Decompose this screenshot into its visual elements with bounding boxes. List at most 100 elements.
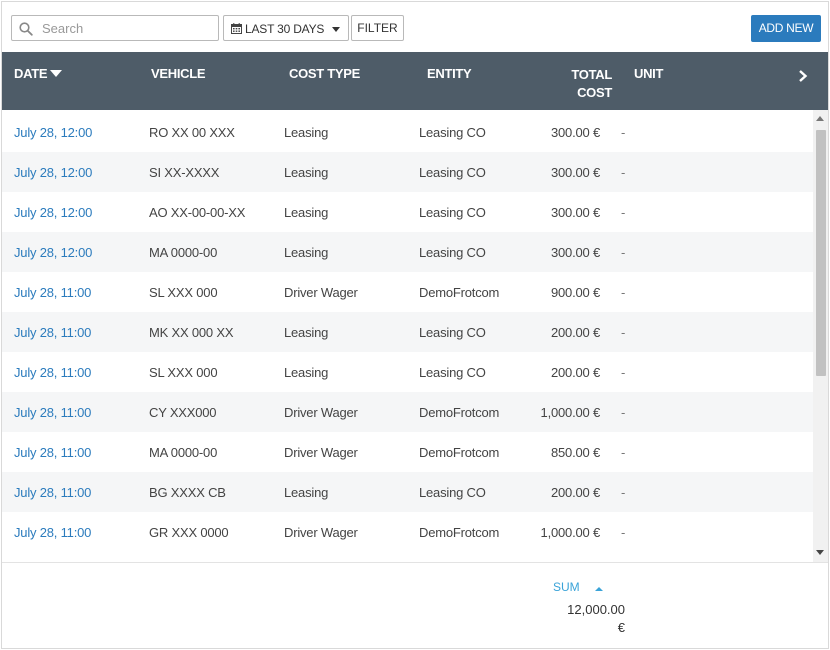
row-vehicle: SL XXX 000 — [149, 285, 218, 300]
row-vehicle: RO XX 00 XXX — [149, 125, 235, 140]
date-range-select[interactable]: LAST 30 DAYS — [223, 15, 349, 41]
table-row[interactable]: July 28, 11:00 MK XX 000 XX Leasing Leasing… — [2, 312, 813, 352]
column-header-entity[interactable]: ENTITY — [427, 66, 472, 81]
vertical-scrollbar[interactable] — [813, 110, 828, 562]
row-total-cost: 300.00 € — [550, 245, 600, 260]
row-entity: DemoFrotcom — [419, 445, 500, 460]
row-total-cost: 850.00 € — [550, 445, 600, 460]
costs-panel: LAST 30 DAYS FILTER ADD NEW DATE VEHICLE… — [1, 1, 829, 649]
row-date-link[interactable]: July 28, 11:00 — [14, 285, 91, 300]
scroll-down-arrow-icon[interactable] — [816, 550, 824, 555]
row-vehicle: SL XXX 000 — [149, 365, 218, 380]
table-row[interactable]: July 28, 11:00 BG XXXX CB Leasing Leasing C… — [2, 472, 813, 512]
row-cost-type: Leasing — [284, 325, 329, 340]
row-entity: DemoFrotcom — [419, 285, 500, 300]
row-entity: Leasing CO — [419, 165, 486, 180]
scroll-up-arrow-icon[interactable] — [816, 116, 824, 121]
row-total-cost: 300.00 € — [550, 165, 600, 180]
row-cost-type: Driver Wager — [284, 285, 358, 300]
row-date-link[interactable]: July 28, 11:00 — [14, 405, 91, 420]
row-cost-type: Leasing — [284, 245, 329, 260]
row-entity: DemoFrotcom — [419, 525, 500, 540]
row-date-link[interactable]: July 28, 12:00 — [14, 125, 92, 140]
sum-label[interactable]: SUM — [553, 580, 580, 594]
row-entity: Leasing CO — [419, 485, 486, 500]
date-range-value: LAST 30 DAYS — [245, 22, 325, 36]
row-cost-type: Driver Wager — [284, 445, 358, 460]
search-input[interactable] — [42, 19, 212, 37]
row-cost-type: Leasing — [284, 205, 329, 220]
row-date-link[interactable]: July 28, 12:00 — [14, 245, 92, 260]
row-unit: - — [621, 485, 626, 500]
row-date-link[interactable]: July 28, 11:00 — [14, 325, 91, 340]
row-total-cost: 200.00 € — [550, 485, 600, 500]
caret-down-icon — [332, 27, 340, 32]
table-row[interactable]: July 28, 11:00 SL XXX 000 Leasing Leasing C… — [2, 352, 813, 392]
row-total-cost: 300.00 € — [550, 205, 600, 220]
row-unit: - — [621, 125, 626, 140]
row-entity: Leasing CO — [419, 125, 486, 140]
row-total-cost: 200.00 € — [550, 325, 600, 340]
row-unit: - — [621, 445, 626, 460]
row-unit: - — [621, 165, 626, 180]
column-header-cost-type[interactable]: COST TYPE — [289, 66, 360, 81]
search-icon — [19, 22, 33, 36]
row-date-link[interactable]: July 28, 11:00 — [14, 365, 91, 380]
row-total-cost: 1,000.00 € — [540, 525, 601, 540]
row-entity: Leasing CO — [419, 245, 486, 260]
row-cost-type: Leasing — [284, 485, 329, 500]
row-entity: DemoFrotcom — [419, 405, 500, 420]
row-cost-type: Leasing — [284, 165, 329, 180]
toolbar: LAST 30 DAYS FILTER ADD NEW — [2, 2, 828, 52]
row-entity: Leasing CO — [419, 325, 486, 340]
row-unit: - — [621, 285, 626, 300]
row-cost-type: Leasing — [284, 365, 329, 380]
sum-value-amount: 12,000.00 — [567, 602, 625, 617]
row-unit: - — [621, 245, 626, 260]
column-header-total-cost[interactable]: TOTAL COST — [562, 66, 612, 102]
row-unit: - — [621, 405, 626, 420]
caret-up-icon[interactable] — [595, 587, 603, 591]
column-header-date[interactable]: DATE — [14, 66, 63, 81]
row-date-link[interactable]: July 28, 12:00 — [14, 165, 92, 180]
scrollbar-thumb[interactable] — [816, 130, 826, 376]
column-header-vehicle[interactable]: VEHICLE — [151, 66, 206, 81]
table-row[interactable]: July 28, 11:00 SL XXX 000 Driver Wager Demo… — [2, 272, 813, 312]
table-row[interactable]: July 28, 11:00 MA 0000-00 Driver Wager Demo… — [2, 432, 813, 472]
table-row[interactable]: July 28, 12:00 AO XX-00-00-XX Leasing Leasi… — [2, 192, 813, 232]
table-row[interactable]: July 28, 12:00 RO XX 00 XXX Leasing Leasing… — [2, 112, 813, 152]
column-header-unit[interactable]: UNIT — [634, 66, 663, 81]
row-cost-type: Driver Wager — [284, 405, 358, 420]
row-date-link[interactable]: July 28, 12:00 — [14, 205, 92, 220]
row-date-link[interactable]: July 28, 11:00 — [14, 525, 91, 540]
column-header-date-label: DATE — [14, 66, 48, 81]
table-row[interactable]: July 28, 12:00 SI XX-XXXX Leasing Leasing C… — [2, 152, 813, 192]
row-total-cost: 200.00 € — [550, 365, 600, 380]
chevron-right-icon[interactable] — [798, 70, 808, 82]
row-unit: - — [621, 365, 626, 380]
search-box[interactable] — [11, 15, 219, 41]
row-unit: - — [621, 525, 626, 540]
row-vehicle: AO XX-00-00-XX — [149, 205, 246, 220]
row-vehicle: CY XXX000 — [149, 405, 217, 420]
footer-divider — [2, 562, 828, 563]
row-total-cost: 1,000.00 € — [540, 405, 601, 420]
row-date-link[interactable]: July 28, 11:00 — [14, 485, 91, 500]
row-cost-type: Driver Wager — [284, 525, 358, 540]
row-entity: Leasing CO — [419, 205, 486, 220]
table-row[interactable]: July 28, 12:00 MA 0000-00 Leasing Leasing C… — [2, 232, 813, 272]
row-unit: - — [621, 205, 626, 220]
column-header-total-cost-line2: COST — [577, 85, 612, 100]
row-total-cost: 300.00 € — [550, 125, 600, 140]
table-row[interactable]: July 28, 11:00 GR XXX 0000 Driver Wager Dem… — [2, 512, 813, 552]
sum-value-currency: € — [617, 620, 625, 635]
sum-value: 12,000.00 € — [557, 601, 625, 637]
table-body: July 28, 12:00 RO XX 00 XXX Leasing Leasing… — [2, 110, 813, 552]
table-row[interactable]: July 28, 11:00 CY XXX000 Driver Wager DemoF… — [2, 392, 813, 432]
table-header: DATE VEHICLE COST TYPE ENTITY TOTAL COST… — [2, 52, 828, 110]
row-vehicle: MK XX 000 XX — [149, 325, 234, 340]
add-new-button[interactable]: ADD NEW — [751, 15, 821, 42]
row-vehicle: SI XX-XXXX — [149, 165, 220, 180]
filter-button[interactable]: FILTER — [351, 15, 404, 41]
row-date-link[interactable]: July 28, 11:00 — [14, 445, 91, 460]
